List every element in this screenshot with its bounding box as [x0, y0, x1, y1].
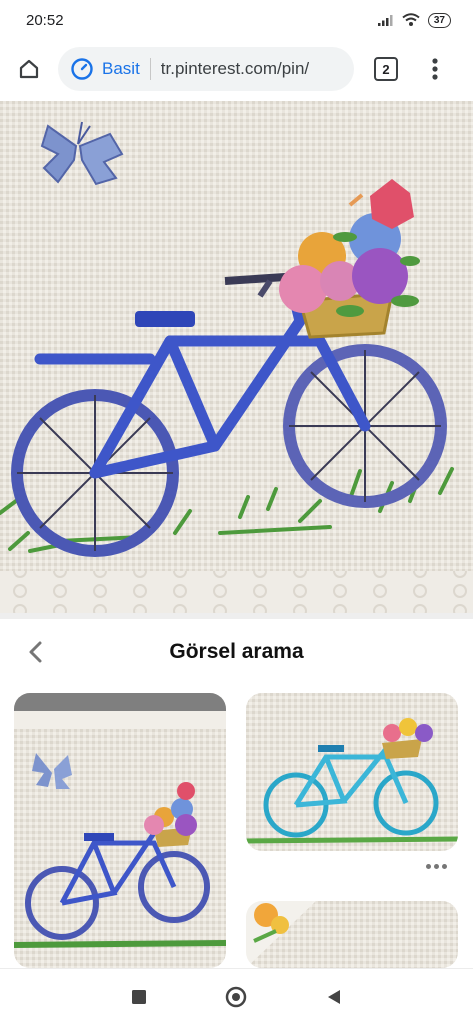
info-icon	[71, 58, 93, 80]
chevron-left-icon	[29, 641, 42, 663]
circle-icon	[226, 986, 247, 1007]
signal-icon	[377, 15, 393, 26]
search-title: Görsel arama	[169, 640, 304, 663]
result-pin-3[interactable]	[246, 901, 458, 968]
triangle-back-icon	[328, 989, 341, 1004]
security-label: Basit	[102, 59, 140, 78]
tab-count: 2	[382, 61, 390, 77]
address-bar[interactable]: Basit tr.pinterest.com/pin/	[58, 47, 354, 91]
result-image-3	[246, 901, 458, 968]
more-options-button[interactable]	[426, 859, 450, 873]
dot	[434, 863, 439, 869]
status-bar: 20:52 37	[0, 0, 473, 40]
result-pin-1[interactable]	[14, 693, 226, 968]
section-divider	[0, 613, 473, 619]
more-horiz-icon	[426, 863, 431, 869]
home-nav-button[interactable]	[224, 985, 248, 1009]
url-text[interactable]: tr.pinterest.com/pin/	[161, 59, 309, 79]
browser-toolbar: Basit tr.pinterest.com/pin/ 2	[0, 40, 473, 98]
pin-image[interactable]	[0, 101, 473, 613]
home-icon	[19, 59, 39, 79]
result-pin-2[interactable]	[246, 693, 458, 851]
battery-icon: 37	[427, 12, 451, 28]
back-button[interactable]	[22, 638, 50, 666]
wifi-icon	[402, 13, 420, 26]
system-nav-bar	[0, 968, 473, 1024]
status-time: 20:52	[26, 11, 64, 29]
bicycle-embroidery-image	[0, 101, 473, 613]
dot	[442, 863, 447, 869]
tab-switcher-button[interactable]: 2	[374, 57, 398, 81]
result-image-1	[14, 693, 226, 968]
back-nav-button[interactable]	[322, 985, 346, 1009]
square-icon	[131, 989, 146, 1004]
result-image-2	[246, 693, 458, 851]
status-icons: 37	[377, 12, 451, 28]
recents-button[interactable]	[127, 985, 151, 1009]
address-divider	[149, 58, 151, 80]
visual-search-header: Görsel arama	[0, 622, 473, 682]
more-vert-icon	[432, 58, 438, 80]
menu-button[interactable]	[420, 54, 450, 84]
home-button[interactable]	[14, 54, 44, 84]
